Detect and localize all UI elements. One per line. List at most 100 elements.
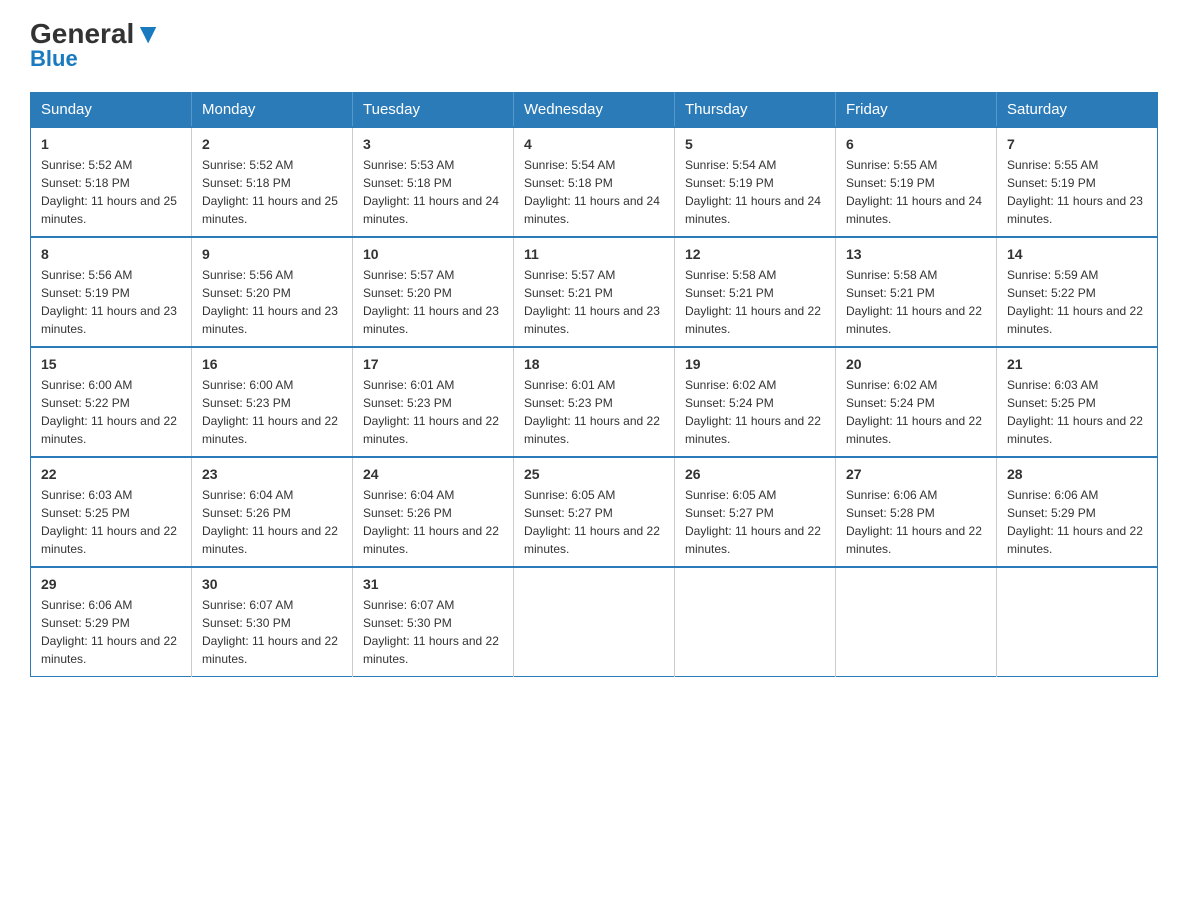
day-info: Sunrise: 5:55 AMSunset: 5:19 PMDaylight:… — [1007, 158, 1143, 226]
calendar-cell: 30 Sunrise: 6:07 AMSunset: 5:30 PMDaylig… — [192, 567, 353, 677]
calendar-cell: 28 Sunrise: 6:06 AMSunset: 5:29 PMDaylig… — [997, 457, 1158, 567]
day-number: 2 — [202, 136, 342, 152]
day-info: Sunrise: 6:07 AMSunset: 5:30 PMDaylight:… — [363, 598, 499, 666]
day-info: Sunrise: 6:06 AMSunset: 5:29 PMDaylight:… — [41, 598, 177, 666]
day-number: 18 — [524, 356, 664, 372]
day-info: Sunrise: 6:04 AMSunset: 5:26 PMDaylight:… — [202, 488, 338, 556]
day-number: 25 — [524, 466, 664, 482]
day-header-sunday: Sunday — [31, 93, 192, 128]
calendar-cell: 18 Sunrise: 6:01 AMSunset: 5:23 PMDaylig… — [514, 347, 675, 457]
calendar-cell: 10 Sunrise: 5:57 AMSunset: 5:20 PMDaylig… — [353, 237, 514, 347]
calendar-cell: 8 Sunrise: 5:56 AMSunset: 5:19 PMDayligh… — [31, 237, 192, 347]
day-info: Sunrise: 5:56 AMSunset: 5:19 PMDaylight:… — [41, 268, 177, 336]
calendar-cell — [675, 567, 836, 677]
day-number: 5 — [685, 136, 825, 152]
day-number: 23 — [202, 466, 342, 482]
day-info: Sunrise: 6:00 AMSunset: 5:22 PMDaylight:… — [41, 378, 177, 446]
calendar-cell: 4 Sunrise: 5:54 AMSunset: 5:18 PMDayligh… — [514, 127, 675, 237]
calendar-cell: 23 Sunrise: 6:04 AMSunset: 5:26 PMDaylig… — [192, 457, 353, 567]
day-info: Sunrise: 5:59 AMSunset: 5:22 PMDaylight:… — [1007, 268, 1143, 336]
day-number: 1 — [41, 136, 181, 152]
day-info: Sunrise: 6:06 AMSunset: 5:28 PMDaylight:… — [846, 488, 982, 556]
day-info: Sunrise: 6:05 AMSunset: 5:27 PMDaylight:… — [524, 488, 660, 556]
day-info: Sunrise: 5:57 AMSunset: 5:21 PMDaylight:… — [524, 268, 660, 336]
day-header-monday: Monday — [192, 93, 353, 128]
day-info: Sunrise: 6:03 AMSunset: 5:25 PMDaylight:… — [1007, 378, 1143, 446]
day-header-thursday: Thursday — [675, 93, 836, 128]
day-number: 26 — [685, 466, 825, 482]
day-info: Sunrise: 6:02 AMSunset: 5:24 PMDaylight:… — [685, 378, 821, 446]
calendar-cell: 12 Sunrise: 5:58 AMSunset: 5:21 PMDaylig… — [675, 237, 836, 347]
day-number: 15 — [41, 356, 181, 372]
calendar-cell: 17 Sunrise: 6:01 AMSunset: 5:23 PMDaylig… — [353, 347, 514, 457]
day-info: Sunrise: 5:52 AMSunset: 5:18 PMDaylight:… — [41, 158, 177, 226]
calendar-cell: 5 Sunrise: 5:54 AMSunset: 5:19 PMDayligh… — [675, 127, 836, 237]
page-header: General▼ Blue — [30, 20, 1158, 72]
day-number: 27 — [846, 466, 986, 482]
calendar-cell: 7 Sunrise: 5:55 AMSunset: 5:19 PMDayligh… — [997, 127, 1158, 237]
calendar-week-row: 29 Sunrise: 6:06 AMSunset: 5:29 PMDaylig… — [31, 567, 1158, 677]
calendar-cell: 26 Sunrise: 6:05 AMSunset: 5:27 PMDaylig… — [675, 457, 836, 567]
day-info: Sunrise: 5:58 AMSunset: 5:21 PMDaylight:… — [846, 268, 982, 336]
day-number: 29 — [41, 576, 181, 592]
calendar-week-row: 15 Sunrise: 6:00 AMSunset: 5:22 PMDaylig… — [31, 347, 1158, 457]
day-number: 3 — [363, 136, 503, 152]
day-number: 10 — [363, 246, 503, 262]
calendar-cell: 24 Sunrise: 6:04 AMSunset: 5:26 PMDaylig… — [353, 457, 514, 567]
day-info: Sunrise: 5:56 AMSunset: 5:20 PMDaylight:… — [202, 268, 338, 336]
calendar-cell: 2 Sunrise: 5:52 AMSunset: 5:18 PMDayligh… — [192, 127, 353, 237]
day-number: 20 — [846, 356, 986, 372]
day-info: Sunrise: 5:54 AMSunset: 5:18 PMDaylight:… — [524, 158, 660, 226]
day-number: 9 — [202, 246, 342, 262]
calendar-cell: 1 Sunrise: 5:52 AMSunset: 5:18 PMDayligh… — [31, 127, 192, 237]
calendar-cell: 9 Sunrise: 5:56 AMSunset: 5:20 PMDayligh… — [192, 237, 353, 347]
day-info: Sunrise: 6:06 AMSunset: 5:29 PMDaylight:… — [1007, 488, 1143, 556]
day-number: 16 — [202, 356, 342, 372]
day-info: Sunrise: 5:52 AMSunset: 5:18 PMDaylight:… — [202, 158, 338, 226]
day-number: 31 — [363, 576, 503, 592]
calendar-cell: 11 Sunrise: 5:57 AMSunset: 5:21 PMDaylig… — [514, 237, 675, 347]
day-number: 6 — [846, 136, 986, 152]
logo: General▼ Blue — [30, 20, 162, 72]
day-info: Sunrise: 6:01 AMSunset: 5:23 PMDaylight:… — [363, 378, 499, 446]
day-number: 17 — [363, 356, 503, 372]
calendar-table: SundayMondayTuesdayWednesdayThursdayFrid… — [30, 92, 1158, 677]
day-header-tuesday: Tuesday — [353, 93, 514, 128]
calendar-cell: 6 Sunrise: 5:55 AMSunset: 5:19 PMDayligh… — [836, 127, 997, 237]
calendar-cell: 3 Sunrise: 5:53 AMSunset: 5:18 PMDayligh… — [353, 127, 514, 237]
calendar-header-row: SundayMondayTuesdayWednesdayThursdayFrid… — [31, 93, 1158, 128]
day-header-saturday: Saturday — [997, 93, 1158, 128]
calendar-cell: 19 Sunrise: 6:02 AMSunset: 5:24 PMDaylig… — [675, 347, 836, 457]
calendar-week-row: 22 Sunrise: 6:03 AMSunset: 5:25 PMDaylig… — [31, 457, 1158, 567]
logo-blue-text: Blue — [30, 46, 78, 72]
day-info: Sunrise: 5:54 AMSunset: 5:19 PMDaylight:… — [685, 158, 821, 226]
day-number: 30 — [202, 576, 342, 592]
calendar-cell: 21 Sunrise: 6:03 AMSunset: 5:25 PMDaylig… — [997, 347, 1158, 457]
calendar-cell: 20 Sunrise: 6:02 AMSunset: 5:24 PMDaylig… — [836, 347, 997, 457]
day-number: 21 — [1007, 356, 1147, 372]
calendar-week-row: 8 Sunrise: 5:56 AMSunset: 5:19 PMDayligh… — [31, 237, 1158, 347]
day-header-friday: Friday — [836, 93, 997, 128]
calendar-cell — [514, 567, 675, 677]
day-number: 8 — [41, 246, 181, 262]
day-info: Sunrise: 6:02 AMSunset: 5:24 PMDaylight:… — [846, 378, 982, 446]
day-info: Sunrise: 5:57 AMSunset: 5:20 PMDaylight:… — [363, 268, 499, 336]
day-number: 13 — [846, 246, 986, 262]
calendar-cell: 13 Sunrise: 5:58 AMSunset: 5:21 PMDaylig… — [836, 237, 997, 347]
calendar-cell: 25 Sunrise: 6:05 AMSunset: 5:27 PMDaylig… — [514, 457, 675, 567]
day-info: Sunrise: 6:07 AMSunset: 5:30 PMDaylight:… — [202, 598, 338, 666]
day-number: 12 — [685, 246, 825, 262]
day-number: 19 — [685, 356, 825, 372]
day-info: Sunrise: 6:03 AMSunset: 5:25 PMDaylight:… — [41, 488, 177, 556]
day-info: Sunrise: 5:58 AMSunset: 5:21 PMDaylight:… — [685, 268, 821, 336]
day-number: 28 — [1007, 466, 1147, 482]
day-number: 24 — [363, 466, 503, 482]
day-header-wednesday: Wednesday — [514, 93, 675, 128]
day-info: Sunrise: 5:53 AMSunset: 5:18 PMDaylight:… — [363, 158, 499, 226]
calendar-cell: 29 Sunrise: 6:06 AMSunset: 5:29 PMDaylig… — [31, 567, 192, 677]
day-number: 11 — [524, 246, 664, 262]
calendar-cell — [997, 567, 1158, 677]
day-number: 4 — [524, 136, 664, 152]
logo-text: General▼ — [30, 20, 162, 48]
day-number: 22 — [41, 466, 181, 482]
